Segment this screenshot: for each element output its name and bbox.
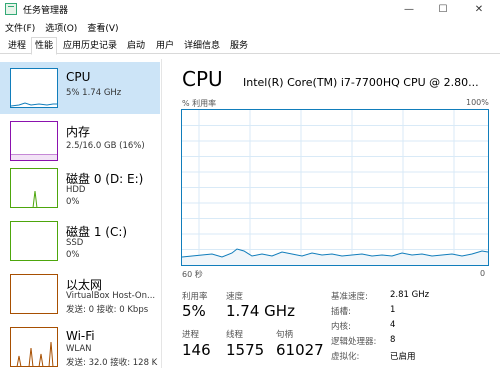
- sidebar-memory-name: 内存: [66, 125, 91, 139]
- maximize-button[interactable]: ☐: [426, 0, 460, 18]
- minimize-button[interactable]: —: [392, 0, 426, 18]
- cores-value: 4: [390, 320, 396, 330]
- window-title: 任务管理器: [23, 5, 69, 16]
- logical-processors-value: 8: [390, 335, 396, 345]
- tab-app-history[interactable]: 应用历史记录: [59, 37, 121, 54]
- virtualization-value: 已启用: [390, 352, 416, 362]
- menu-file[interactable]: 文件(F): [0, 21, 40, 34]
- threads-label: 线程: [226, 330, 244, 340]
- processes-value: 146: [182, 341, 211, 359]
- speed-value: 1.74 GHz: [226, 302, 295, 320]
- sidebar-disk0-usage: 0%: [66, 197, 80, 207]
- base-speed-label: 基准速度:: [331, 292, 368, 302]
- graph-time-span-label: 60 秒: [182, 270, 203, 279]
- sidebar-cpu-usage: 5% 1.74 GHz: [66, 88, 122, 98]
- sidebar-disk0-type: HDD: [66, 185, 86, 195]
- sockets-label: 插槽:: [331, 307, 351, 317]
- sidebar-cpu-name: CPU: [66, 70, 91, 84]
- tab-processes[interactable]: 进程: [4, 37, 30, 54]
- tab-users[interactable]: 用户: [151, 37, 179, 54]
- sidebar-wifi-adapter: WLAN: [66, 344, 92, 354]
- cpu-thumbnail-graph: [10, 68, 58, 108]
- sidebar-memory-usage: 2.5/16.0 GB (16%): [66, 141, 145, 151]
- sockets-value: 1: [390, 305, 396, 315]
- sidebar-item-disk-1[interactable]: 磁盘 1 (C:) SSD 0%: [0, 215, 160, 267]
- sidebar-item-wifi[interactable]: Wi-Fi WLAN 发送: 32.0 接收: 128 K: [0, 321, 160, 368]
- sidebar-item-memory[interactable]: 内存 2.5/16.0 GB (16%): [0, 115, 160, 167]
- processes-label: 进程: [182, 330, 200, 340]
- close-button[interactable]: ✕: [462, 0, 496, 18]
- menu-options[interactable]: 选项(O): [40, 21, 82, 34]
- sidebar-disk1-type: SSD: [66, 238, 84, 248]
- handles-label: 句柄: [276, 330, 294, 340]
- disk1-thumbnail-graph: [10, 221, 58, 261]
- task-manager-icon: [5, 3, 17, 15]
- resource-sidebar: CPU 5% 1.74 GHz 内存 2.5/16.0 GB (16%) 磁盘 …: [0, 59, 162, 368]
- sidebar-wifi-name: Wi-Fi: [66, 329, 95, 343]
- tab-services[interactable]: 服务: [225, 37, 253, 54]
- tab-details[interactable]: 详细信息: [180, 37, 224, 54]
- menu-view[interactable]: 查看(V): [82, 21, 123, 34]
- sidebar-item-disk-0[interactable]: 磁盘 0 (D: E:) HDD 0%: [0, 162, 160, 214]
- sidebar-ethernet-adapter: VirtualBox Host-On...: [66, 291, 156, 301]
- tab-startup[interactable]: 启动: [122, 37, 150, 54]
- memory-thumbnail-graph: [10, 121, 58, 161]
- tab-bar: 进程 性能 应用历史记录 启动 用户 详细信息 服务: [0, 37, 500, 55]
- speed-label: 速度: [226, 292, 244, 302]
- threads-value: 1575: [226, 341, 265, 359]
- wifi-thumbnail-graph: [10, 327, 58, 367]
- graph-gridlines: [182, 110, 488, 265]
- ethernet-thumbnail-graph: [10, 274, 58, 314]
- graph-utilization-label: % 利用率: [182, 99, 217, 108]
- sidebar-disk1-usage: 0%: [66, 250, 80, 260]
- cores-label: 内核:: [331, 322, 351, 332]
- cpu-usage-graph: [181, 109, 489, 266]
- menu-bar: 文件(F) 选项(O) 查看(V): [0, 18, 500, 36]
- virtualization-label: 虚拟化:: [331, 352, 360, 362]
- sidebar-item-ethernet[interactable]: 以太网 VirtualBox Host-On... 发送: 0 接收: 0 Kb…: [0, 268, 160, 320]
- cpu-model-name: Intel(R) Core(TM) i7-7700HQ CPU @ 2.80..…: [243, 76, 479, 89]
- base-speed-value: 2.81 GHz: [390, 290, 430, 300]
- page-title: CPU: [182, 67, 223, 91]
- graph-time-zero-label: 0: [480, 269, 486, 278]
- logical-processors-label: 逻辑处理器:: [331, 337, 377, 347]
- tab-performance[interactable]: 性能: [31, 37, 57, 55]
- sidebar-wifi-throughput: 发送: 32.0 接收: 128 K: [66, 358, 158, 368]
- handles-value: 61027: [276, 341, 324, 359]
- graph-max-label: 100%: [466, 98, 489, 107]
- utilization-value: 5%: [182, 302, 206, 320]
- sidebar-item-cpu[interactable]: CPU 5% 1.74 GHz: [0, 62, 160, 114]
- utilization-label: 利用率: [182, 292, 208, 302]
- sidebar-ethernet-throughput: 发送: 0 接收: 0 Kbps: [66, 305, 149, 315]
- disk0-thumbnail-graph: [10, 168, 58, 208]
